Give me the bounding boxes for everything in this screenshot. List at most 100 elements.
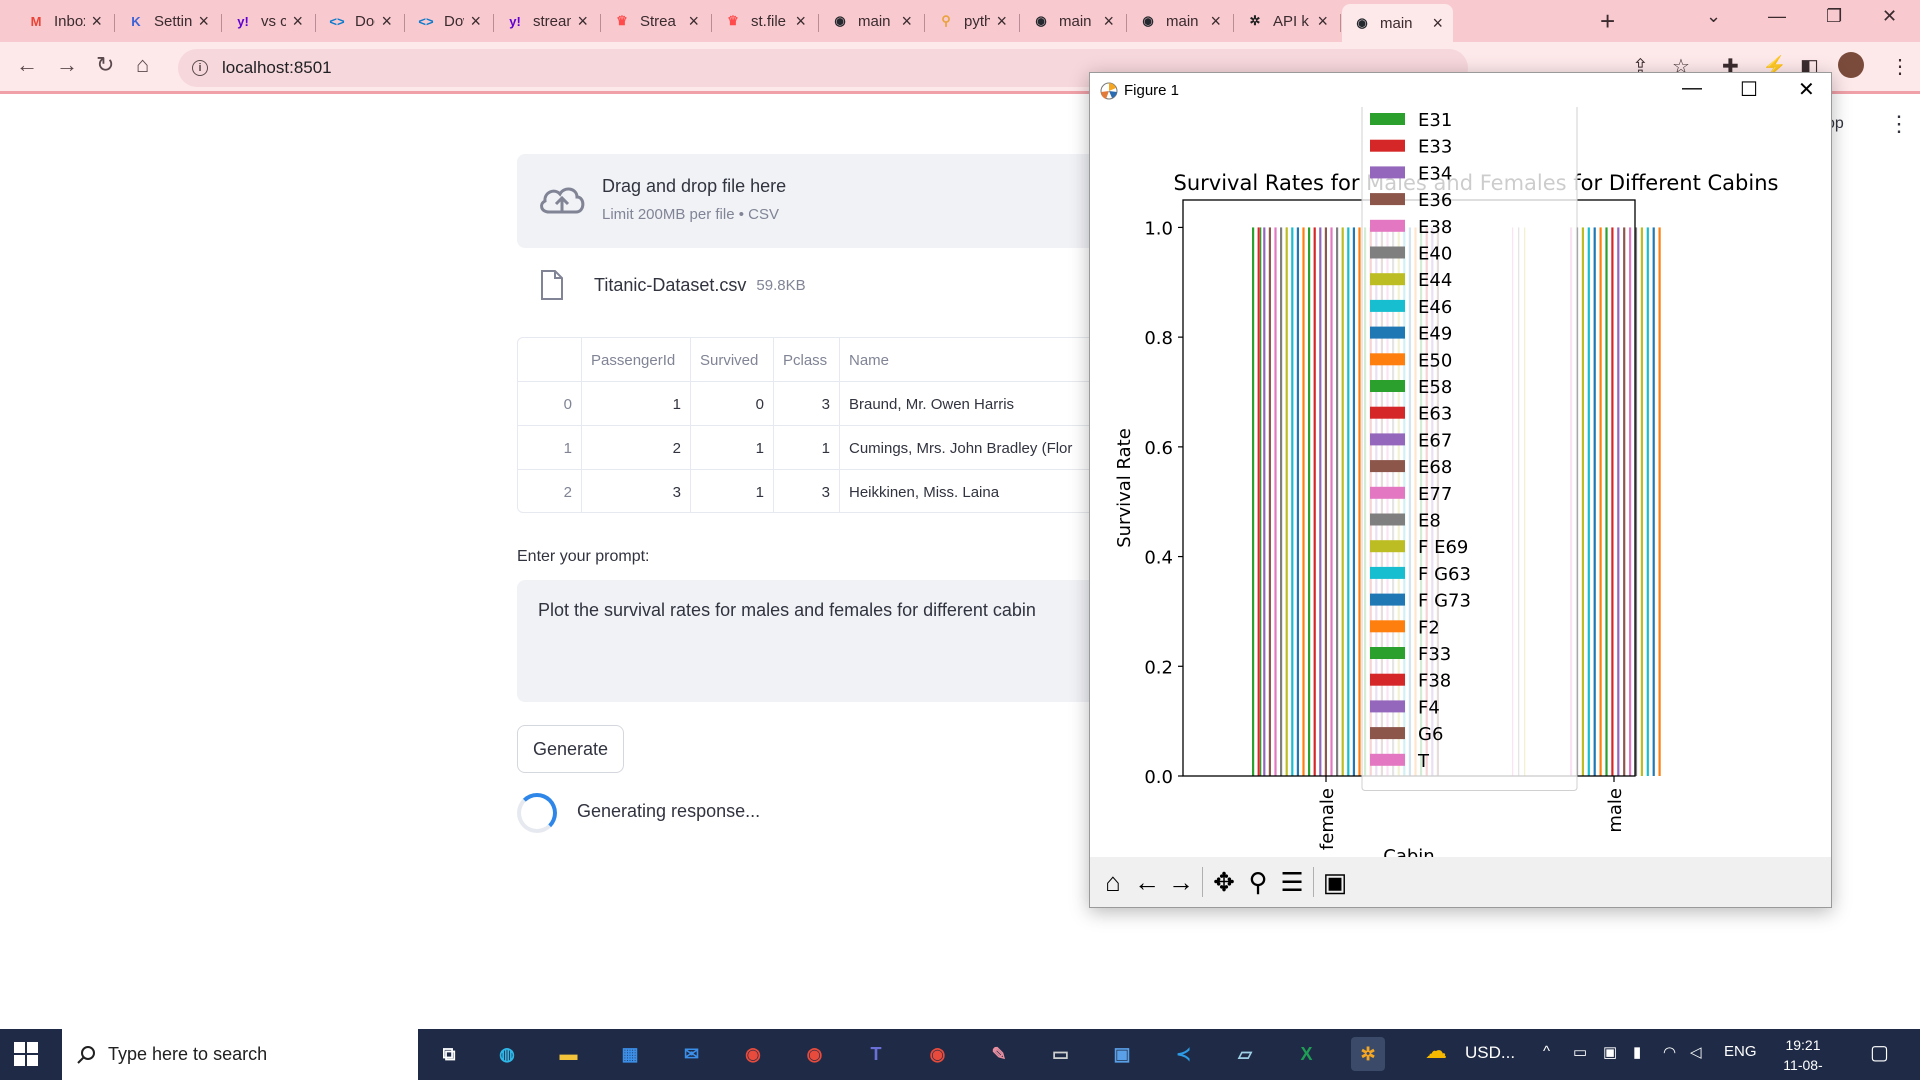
browser-tab[interactable]: M Inbox × [16, 5, 112, 37]
meet-now-icon[interactable]: ▣ [1603, 1043, 1617, 1061]
table-cell[interactable]: 3 [774, 470, 840, 512]
close-tab-icon[interactable]: × [901, 11, 912, 32]
paint-icon[interactable]: ✎ [982, 1037, 1016, 1071]
column-header[interactable]: Pclass [774, 338, 840, 382]
main-menu-icon[interactable]: ⋮ [1888, 111, 1910, 137]
close-tab-icon[interactable]: × [1103, 11, 1114, 32]
browser-tab[interactable]: <> Docu × [317, 5, 402, 37]
close-tab-icon[interactable]: × [381, 11, 392, 32]
column-header[interactable]: Survived [691, 338, 774, 382]
table-cell[interactable]: Cumings, Mrs. John Bradley (Flor [840, 426, 1096, 470]
table-cell[interactable]: 1 [691, 470, 774, 512]
close-tab-icon[interactable]: × [795, 11, 806, 32]
browser-tab[interactable]: ◉ main × [1021, 5, 1124, 37]
forward-arrow-icon[interactable]: → [1164, 865, 1198, 899]
browser-tab[interactable]: ◉ main × [820, 5, 922, 37]
close-tab-icon[interactable]: × [1432, 13, 1443, 34]
close-tab-icon[interactable]: × [292, 11, 303, 32]
matplotlib-icon[interactable]: ✲ [1351, 1037, 1385, 1071]
browser-tab[interactable]: ◉ main × [1342, 4, 1453, 42]
browser-tab[interactable]: K Settings × [116, 5, 219, 37]
table-cell[interactable]: 2 [582, 426, 691, 470]
figure-window[interactable]: Figure 1 — ☐ ✕ 0.0 0.2 0.4 0.6 0.8 1.0 female m… [1089, 72, 1832, 908]
restore-browser-button[interactable]: ❐ [1826, 6, 1842, 27]
volume-mute-icon[interactable]: ◁ [1690, 1043, 1702, 1061]
back-arrow-icon[interactable]: ← [1130, 865, 1164, 899]
home-icon[interactable]: ⌂ [1096, 865, 1130, 899]
table-cell[interactable]: 1 [582, 382, 691, 426]
table-row[interactable]: 1 2 1 1 Cumings, Mrs. John Bradley (Flor [518, 426, 1096, 470]
table-cell[interactable]: 0 [691, 382, 774, 426]
weather-icon[interactable]: ☁ [1425, 1038, 1447, 1064]
table-cell[interactable]: 3 [774, 382, 840, 426]
new-tab-button[interactable]: + [1600, 6, 1615, 37]
notifications-icon[interactable]: ▢ [1870, 1040, 1889, 1065]
column-header[interactable] [518, 338, 582, 382]
language-indicator[interactable]: ENG [1724, 1043, 1757, 1060]
minimize-browser-button[interactable]: — [1768, 6, 1786, 27]
taskbar-search[interactable]: Type here to search [62, 1029, 418, 1080]
browser-tab[interactable]: ♛ Strea × [602, 5, 709, 37]
table-row[interactable]: 2 3 1 3 Heikkinen, Miss. Laina [518, 470, 1096, 512]
notepad-icon[interactable]: ▱ [1228, 1037, 1262, 1071]
pan-icon[interactable]: ✥ [1207, 865, 1241, 899]
weather-text[interactable]: USD... [1465, 1043, 1515, 1063]
table-cell[interactable]: 1 [691, 426, 774, 470]
taskbar-clock[interactable]: 19:21 11-08-2023 [1768, 1035, 1838, 1080]
wifi-icon[interactable]: ◠ [1663, 1043, 1676, 1061]
home-icon[interactable]: ⌂ [136, 52, 149, 78]
figure-titlebar[interactable]: Figure 1 — ☐ ✕ [1090, 73, 1831, 107]
store-icon[interactable]: ▦ [613, 1037, 647, 1071]
vscode-icon[interactable]: ≺ [1167, 1037, 1201, 1071]
excel-icon[interactable]: X [1290, 1037, 1324, 1071]
browser-tab[interactable]: ✲ API k × [1235, 5, 1338, 37]
column-header[interactable]: Name [840, 338, 1096, 382]
close-tab-icon[interactable]: × [996, 11, 1007, 32]
data-table[interactable]: PassengerId Survived Pclass Name 0 1 0 3… [517, 337, 1097, 513]
windows-start-button[interactable] [14, 1042, 38, 1066]
edge-icon[interactable]: ◍ [490, 1037, 524, 1071]
battery-icon[interactable]: ▮ [1633, 1043, 1641, 1061]
browser-menu-icon[interactable]: ⋮ [1890, 54, 1910, 79]
close-tab-icon[interactable]: × [198, 11, 209, 32]
reload-icon[interactable]: ↻ [96, 52, 114, 78]
remote-desktop-icon[interactable]: ▣ [1105, 1037, 1139, 1071]
close-figure-button[interactable]: ✕ [1798, 77, 1815, 102]
chrome-icon[interactable]: ◉ [921, 1037, 955, 1071]
browser-tab[interactable]: y! stream × [495, 5, 598, 37]
column-header[interactable]: PassengerId [582, 338, 691, 382]
browser-tab[interactable]: ⚲ pyth × [926, 5, 1017, 37]
tab-search-icon[interactable]: ⌄ [1706, 6, 1721, 27]
save-icon[interactable]: ▣ [1318, 865, 1352, 899]
chrome-icon[interactable]: ◉ [798, 1037, 832, 1071]
chart-canvas[interactable]: 0.0 0.2 0.4 0.6 0.8 1.0 female male Survival Rat… [1090, 107, 1831, 857]
close-tab-icon[interactable]: × [1317, 11, 1328, 32]
browser-tab[interactable]: ♛ st.file × [713, 5, 816, 37]
site-info-icon[interactable]: i [192, 60, 208, 76]
close-tab-icon[interactable]: × [577, 11, 588, 32]
prompt-textarea[interactable]: Plot the survival rates for males and fe… [517, 580, 1117, 702]
teams-icon[interactable]: T [859, 1037, 893, 1071]
back-arrow-icon[interactable]: ← [16, 52, 38, 78]
forward-arrow-icon[interactable]: → [56, 52, 78, 78]
table-row[interactable]: 0 1 0 3 Braund, Mr. Owen Harris [518, 382, 1096, 426]
device-icon[interactable]: ▭ [1573, 1043, 1587, 1061]
close-tab-icon[interactable]: × [470, 11, 481, 32]
configure-subplots-icon[interactable]: ☰ [1275, 865, 1309, 899]
terminal-icon[interactable]: ▭ [1044, 1037, 1078, 1071]
browser-tab[interactable]: ◉ main × [1128, 5, 1231, 37]
task-view-icon[interactable]: ⧉ [432, 1037, 466, 1071]
browser-tab[interactable]: <> Down × [406, 5, 491, 37]
table-cell[interactable]: 3 [582, 470, 691, 512]
maximize-figure-button[interactable]: ☐ [1740, 77, 1758, 102]
table-cell[interactable]: Heikkinen, Miss. Laina [840, 470, 1096, 512]
file-dropzone[interactable]: Drag and drop file here Limit 200MB per … [517, 154, 1117, 248]
close-tab-icon[interactable]: × [688, 11, 699, 32]
close-tab-icon[interactable]: × [1210, 11, 1221, 32]
show-hidden-icons[interactable]: ^ [1543, 1043, 1550, 1060]
chrome-icon[interactable]: ◉ [736, 1037, 770, 1071]
profile-avatar[interactable] [1838, 52, 1864, 78]
generate-button[interactable]: Generate [517, 725, 624, 773]
table-cell[interactable]: Braund, Mr. Owen Harris [840, 382, 1096, 426]
zoom-icon[interactable]: ⚲ [1241, 865, 1275, 899]
